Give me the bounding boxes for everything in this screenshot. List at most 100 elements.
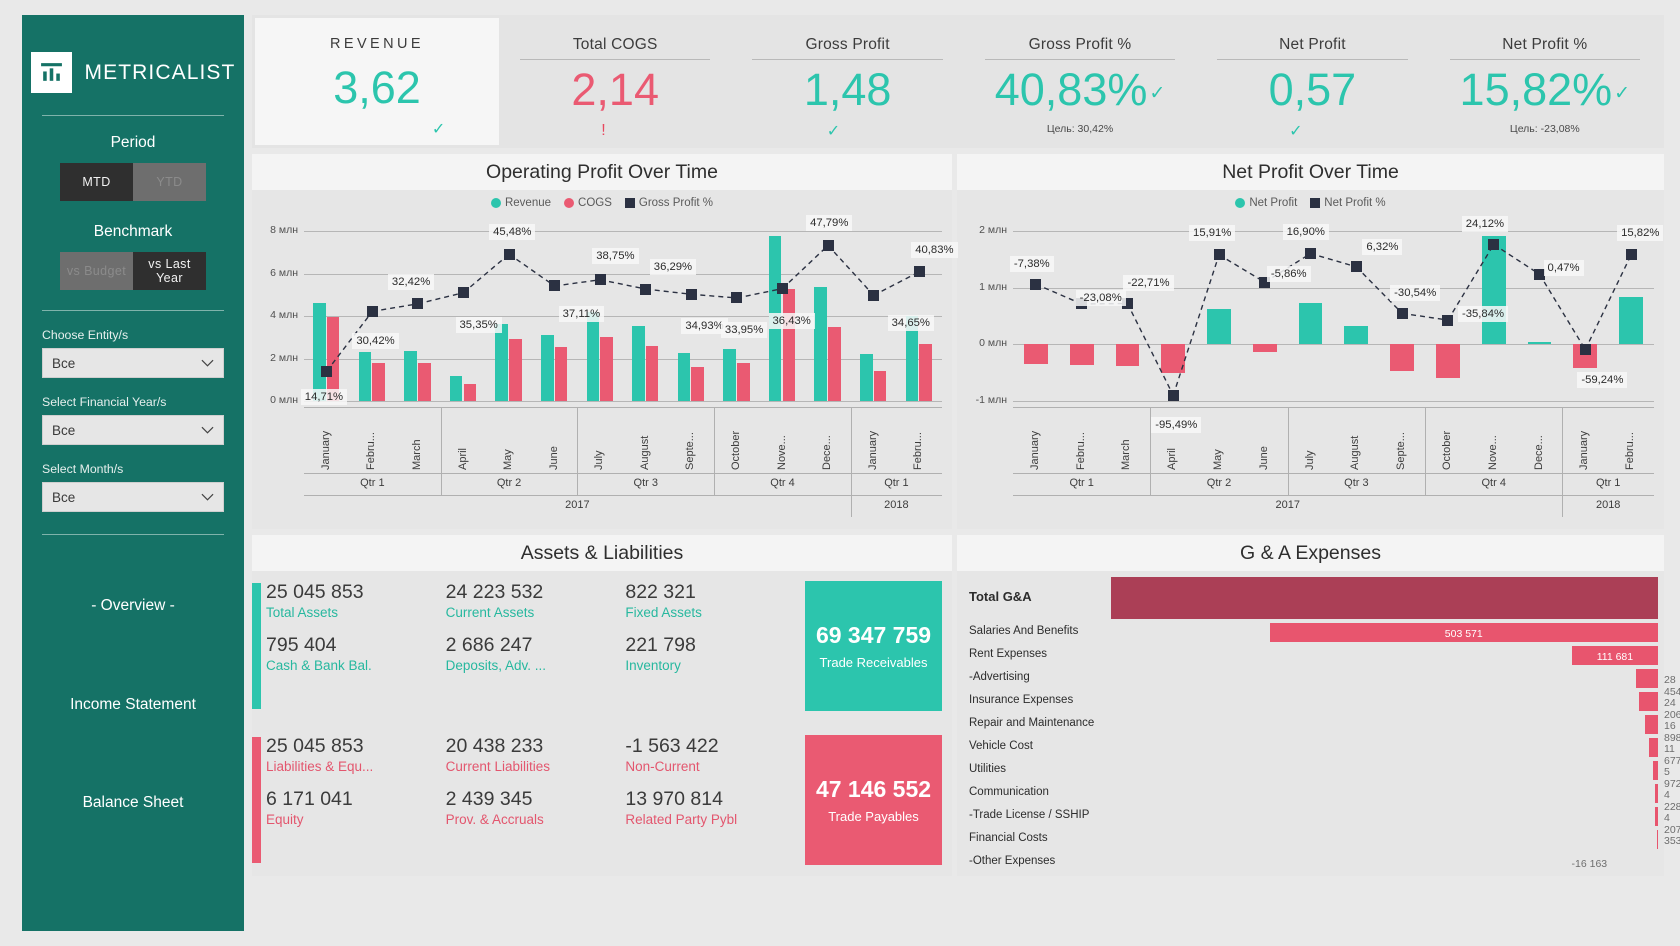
benchmark-option-last-year[interactable]: vs Last Year (133, 252, 206, 290)
bar-cogs[interactable] (919, 344, 932, 401)
month-dropdown[interactable]: Все (42, 482, 224, 512)
line-marker[interactable] (1350, 261, 1362, 273)
period-option-mtd[interactable]: MTD (60, 163, 133, 201)
bar-net-profit[interactable] (1436, 344, 1460, 379)
line-marker[interactable] (685, 288, 697, 300)
bar-cogs[interactable] (645, 345, 659, 401)
bar-cogs[interactable] (828, 326, 841, 401)
ga-bar[interactable] (1644, 715, 1658, 734)
line-marker[interactable] (822, 239, 834, 251)
assets-cell[interactable]: 822 321 Fixed Assets 221 798 Inventory (625, 581, 805, 711)
ga-row[interactable]: Repair and Maintenance 16 898 (957, 713, 1680, 744)
bar-net-profit[interactable] (1161, 344, 1186, 373)
bar-net-profit[interactable] (1481, 235, 1506, 345)
sidebar-item-overview[interactable]: - Overview - (42, 583, 224, 629)
ga-row[interactable]: -Other Expenses -16 163 (957, 851, 1664, 874)
bar-revenue[interactable] (358, 352, 372, 401)
ga-bar[interactable] (1636, 669, 1658, 688)
bar-revenue[interactable] (313, 302, 326, 401)
assets-highlight-card[interactable]: 47 146 552 Trade Payables (805, 735, 942, 865)
bar-net-profit[interactable] (1298, 302, 1323, 345)
bar-cogs[interactable] (691, 366, 704, 401)
kpi-card-gross-profit-pct[interactable]: Gross Profit % 40,83% ✓ Цель: 30,42% (964, 18, 1196, 145)
legend-item-net-profit[interactable]: Net Profit (1235, 197, 1297, 209)
bar-net-profit[interactable] (1527, 341, 1552, 345)
line-marker[interactable] (777, 283, 788, 295)
ga-bar[interactable] (1653, 761, 1658, 780)
assets-highlight-card[interactable]: 69 347 759 Trade Receivables (805, 581, 942, 711)
bar-cogs[interactable] (873, 370, 887, 401)
benchmark-option-budget[interactable]: vs Budget (60, 252, 133, 290)
ga-row[interactable]: Financial Costs 353 (957, 828, 1680, 851)
kpi-card-revenue[interactable]: REVENUE 3,62 ✓ (255, 18, 499, 145)
line-marker[interactable] (366, 305, 378, 317)
sidebar-item-balance-sheet[interactable]: Balance Sheet (42, 780, 224, 826)
line-marker[interactable] (1625, 249, 1637, 261)
ga-bar[interactable] (1656, 830, 1658, 849)
kpi-card-net-profit-pct[interactable]: Net Profit % 15,82% ✓ Цель: -23,08% (1429, 18, 1661, 145)
ga-row[interactable]: Total G&A (957, 575, 1664, 621)
line-marker[interactable] (731, 292, 743, 304)
ga-bar[interactable] (1654, 784, 1658, 803)
period-toggle-group[interactable]: MTD YTD (60, 163, 206, 201)
bar-cogs[interactable] (509, 338, 522, 401)
bar-net-profit[interactable] (1069, 344, 1094, 365)
line-marker[interactable] (594, 274, 606, 286)
bar-cogs[interactable] (736, 362, 750, 401)
bar-revenue[interactable] (586, 312, 600, 401)
sidebar-item-income-statement[interactable]: Income Statement (42, 682, 224, 728)
line-marker[interactable] (549, 280, 561, 292)
period-option-ytd[interactable]: YTD (133, 163, 206, 201)
legend-item-cogs[interactable]: COGS (564, 197, 612, 209)
legend-item-gross-profit-pct[interactable]: Gross Profit % (624, 197, 713, 209)
bar-cogs[interactable] (600, 337, 613, 401)
kpi-card-gross-profit[interactable]: Gross Profit 1,48 ✓ (731, 18, 963, 145)
bar-net-profit[interactable] (1344, 325, 1369, 345)
assets-cell[interactable]: 20 438 233 Current Liabilities 2 439 345… (446, 735, 626, 865)
legend-item-revenue[interactable]: Revenue (490, 197, 551, 209)
bar-revenue[interactable] (404, 350, 417, 401)
line-marker[interactable] (1167, 389, 1179, 401)
bar-revenue[interactable] (859, 353, 873, 401)
bar-net-profit[interactable] (1619, 296, 1643, 345)
line-marker[interactable] (1305, 248, 1317, 260)
bar-cogs[interactable] (372, 363, 385, 401)
kpi-card-net-profit[interactable]: Net Profit 0,57 ✓ (1196, 18, 1428, 145)
bar-revenue[interactable] (495, 323, 509, 401)
net-profit-chart[interactable]: Net Profit Net Profit % -1 млн 0 млн 1 млн… (957, 197, 1664, 536)
ga-row[interactable]: Utilities 5 972 (957, 759, 1680, 790)
line-marker[interactable] (412, 298, 424, 310)
bar-revenue[interactable] (814, 287, 828, 401)
line-marker[interactable] (640, 283, 652, 295)
bar-cogs[interactable] (417, 363, 431, 401)
bar-cogs[interactable] (463, 384, 477, 401)
line-marker[interactable] (868, 289, 880, 301)
bar-net-profit[interactable] (1252, 344, 1277, 352)
bar-revenue[interactable] (632, 326, 645, 401)
benchmark-toggle-group[interactable]: vs Budget vs Last Year (60, 252, 206, 290)
ga-bar[interactable] (1654, 807, 1658, 826)
line-marker[interactable] (1030, 278, 1042, 290)
ga-bar[interactable] (1639, 692, 1658, 711)
assets-cell[interactable]: 25 045 853 Total Assets 795 404 Cash & B… (266, 581, 446, 711)
entity-dropdown[interactable]: Все (42, 348, 224, 378)
line-marker[interactable] (503, 248, 515, 260)
ga-bar[interactable] (1648, 738, 1658, 757)
bar-net-profit[interactable] (1207, 309, 1231, 345)
operating-profit-chart[interactable]: Revenue COGS Gross Profit % 0 млн 2 млн … (252, 197, 958, 536)
legend-item-net-profit-pct[interactable]: Net Profit % (1310, 197, 1386, 209)
line-marker[interactable] (1488, 238, 1500, 250)
ga-row[interactable]: Communication 4 228 (957, 782, 1680, 813)
line-marker[interactable] (1579, 344, 1591, 356)
bar-revenue[interactable] (677, 352, 691, 401)
ga-bar[interactable] (1111, 577, 1658, 619)
bar-net-profit[interactable] (1115, 344, 1140, 366)
line-marker[interactable] (1442, 314, 1454, 326)
bar-cogs[interactable] (554, 346, 568, 401)
line-marker[interactable] (1396, 307, 1408, 319)
ga-row[interactable]: Salaries And Benefits 503 571 (957, 621, 1664, 644)
assets-cell[interactable]: 24 223 532 Current Assets 2 686 247 Depo… (446, 581, 626, 711)
bar-net-profit[interactable] (1390, 344, 1415, 371)
bar-revenue[interactable] (449, 375, 463, 401)
bar-revenue[interactable] (723, 349, 736, 401)
